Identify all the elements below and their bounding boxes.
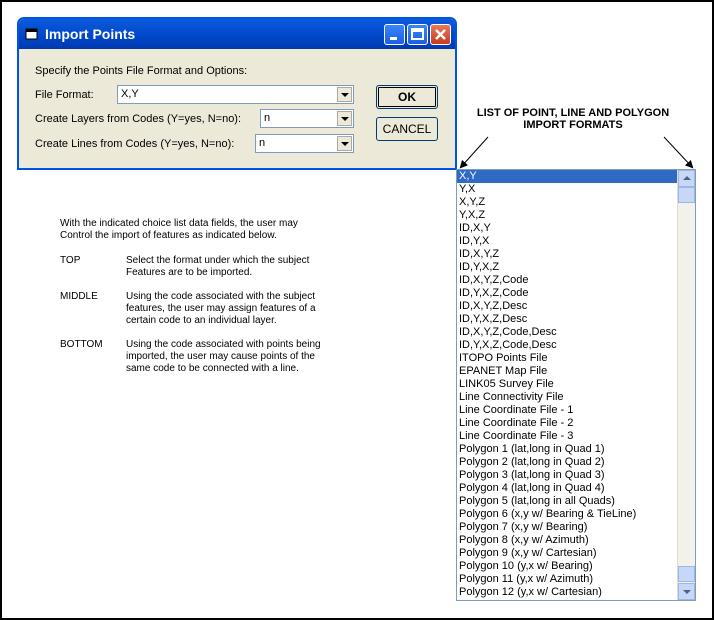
list-item[interactable]: Polygon 1 (lat,long in Quad 1) (457, 443, 695, 456)
middle-desc-line-1: Using the code associated with the subje… (126, 291, 315, 302)
list-item[interactable]: LINK05 Survey File (457, 378, 695, 391)
list-item[interactable]: ID,Y,X,Z,Desc (457, 313, 695, 326)
list-item[interactable]: ID,X,Y,Z,Code,Desc (457, 326, 695, 339)
right-arrow (663, 136, 694, 169)
scroll-thumb-lower[interactable] (678, 566, 695, 582)
scroll-up-button[interactable] (678, 170, 695, 187)
list-item[interactable]: ID,X,Y,Z,Code (457, 274, 695, 287)
list-item[interactable]: Line Coordinate File - 3 (457, 430, 695, 443)
list-item[interactable]: Y,X,Z (457, 209, 695, 222)
list-item[interactable]: Line Connectivity File (457, 391, 695, 404)
format-listbox[interactable]: X,Y Y,X X,Y,Z Y,X,Z ID,X,Y ID,Y,X ID,X,Y,Z ID,Y… (456, 169, 696, 601)
term-middle: MIDDLE (60, 291, 98, 302)
list-item[interactable]: ID,Y,X,Z,Code,Desc (457, 339, 695, 352)
list-scrollbar[interactable] (677, 170, 695, 600)
intro-line-1: With the indicated choice list data fiel… (60, 218, 298, 229)
list-item[interactable]: Polygon 2 (lat,long in Quad 2) (457, 456, 695, 469)
format-list-items: X,Y Y,X X,Y,Z Y,X,Z ID,X,Y ID,Y,X ID,X,Y,Z ID,Y… (457, 170, 695, 599)
list-item[interactable]: X,Y (457, 170, 695, 183)
intro-line-2: Control the import of features as indica… (60, 230, 277, 241)
list-item[interactable]: Line Coordinate File - 1 (457, 404, 695, 417)
bottom-desc-line-1: Using the code associated with points be… (126, 339, 321, 350)
scroll-down-button[interactable] (678, 583, 695, 600)
bottom-desc-line-3: same code to be connected with a line. (126, 363, 299, 374)
list-item[interactable]: Polygon 3 (lat,long in Quad 3) (457, 469, 695, 482)
list-item[interactable]: Polygon 6 (x,y w/ Bearing & TieLine) (457, 508, 695, 521)
list-item[interactable]: X,Y,Z (457, 196, 695, 209)
list-item[interactable]: ID,Y,X (457, 235, 695, 248)
term-top: TOP (60, 255, 81, 266)
left-arrow (459, 136, 489, 169)
bottom-desc-line-2: imported, the user may cause points of t… (126, 351, 315, 362)
list-item[interactable]: Y,X (457, 183, 695, 196)
list-item[interactable]: Line Coordinate File - 2 (457, 417, 695, 430)
list-item[interactable]: EPANET Map File (457, 365, 695, 378)
list-item[interactable]: ID,X,Y,Z (457, 248, 695, 261)
term-bottom: BOTTOM (60, 339, 103, 350)
middle-desc-line-2: features, the user may assign features o… (126, 303, 316, 314)
list-item[interactable]: ID,Y,X,Z,Code (457, 287, 695, 300)
list-item[interactable]: Polygon 11 (y,x w/ Azimuth) (457, 573, 695, 586)
list-item[interactable]: Polygon 9 (x,y w/ Cartesian) (457, 547, 695, 560)
list-item[interactable]: Polygon 12 (y,x w/ Cartesian) (457, 586, 695, 599)
top-desc-line-2: Features are to be imported. (126, 267, 253, 278)
list-item[interactable]: ID,X,Y,Z,Desc (457, 300, 695, 313)
scroll-thumb[interactable] (678, 187, 695, 203)
list-item[interactable]: ITOPO Points File (457, 352, 695, 365)
list-item[interactable]: Polygon 8 (x,y w/ Azimuth) (457, 534, 695, 547)
list-item[interactable]: Polygon 5 (lat,long in all Quads) (457, 495, 695, 508)
top-desc-line-1: Select the format under which the subjec… (126, 255, 310, 266)
list-item[interactable]: Polygon 4 (lat,long in Quad 4) (457, 482, 695, 495)
list-item[interactable]: ID,X,Y (457, 222, 695, 235)
list-item[interactable]: Polygon 10 (y,x w/ Bearing) (457, 560, 695, 573)
list-item[interactable]: ID,Y,X,Z (457, 261, 695, 274)
middle-desc-line-3: certain code to an individual layer. (126, 315, 277, 326)
list-item[interactable]: Polygon 7 (x,y w/ Bearing) (457, 521, 695, 534)
